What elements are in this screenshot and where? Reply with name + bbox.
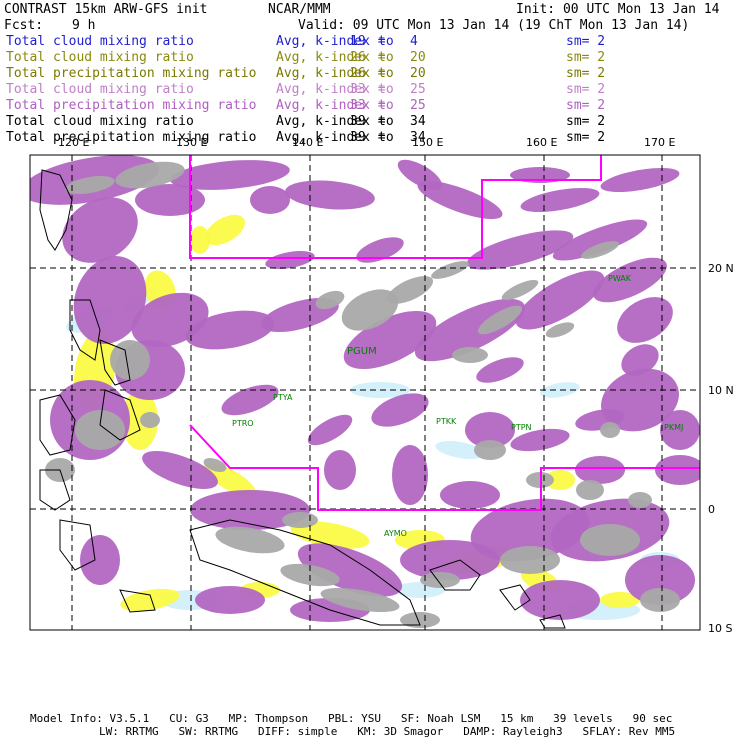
- station-label: AYMO: [384, 529, 407, 538]
- station-label: PTYA: [273, 393, 293, 402]
- field-blob: [140, 412, 160, 428]
- field-blob: [440, 481, 500, 509]
- field-blob: [575, 456, 625, 484]
- longitude-label: 160 E: [526, 136, 557, 149]
- field-blob: [640, 588, 680, 612]
- field-blob: [431, 261, 469, 279]
- longitude-label: 120 E: [58, 136, 89, 149]
- latitude-label: 10 S: [708, 622, 732, 635]
- station-label: PTRO: [232, 419, 254, 428]
- station-label: PTKK: [436, 417, 457, 426]
- longitude-label: 150 E: [412, 136, 443, 149]
- field-blob: [392, 445, 428, 505]
- field-blob: [324, 450, 356, 490]
- longitude-label: 130 E: [176, 136, 207, 149]
- latitude-label: 0: [708, 503, 715, 516]
- station-label: PKMJ: [664, 423, 683, 432]
- precipitation-cloud-fields: [30, 155, 700, 628]
- longitude-label: 170 E: [644, 136, 675, 149]
- latitude-label: 10 N: [708, 384, 734, 397]
- station-label: PTPN: [511, 423, 532, 432]
- field-blob: [452, 347, 488, 363]
- field-blob: [520, 580, 600, 620]
- weather-map: PWAK PGUM PTYA PTRO PTKK PTPN PKMJ AYMO 120 E 13…: [29, 136, 734, 635]
- field-blob: [80, 535, 120, 585]
- model-info-line-1: Model Info: V3.5.1 CU: G3 MP: Thompson P…: [30, 712, 673, 725]
- field-blob: [190, 226, 210, 254]
- model-info-line-2: LW: RRTMG SW: RRTMG DIFF: simple KM: 3D …: [99, 725, 676, 738]
- station-label: PWAK: [608, 274, 632, 283]
- field-blob: [282, 512, 318, 528]
- field-blob: [307, 414, 353, 446]
- field-blob: [500, 546, 560, 574]
- field-blob: [474, 440, 506, 460]
- field-blob: [580, 524, 640, 556]
- field-blob: [265, 251, 315, 269]
- field-blob: [285, 180, 375, 210]
- latitude-label: 20 N: [708, 262, 734, 275]
- field-blob: [628, 492, 652, 508]
- field-blob: [576, 480, 604, 500]
- field-blob: [400, 612, 440, 628]
- field-blob: [420, 572, 460, 588]
- field-blob: [520, 187, 600, 213]
- field-blob: [250, 186, 290, 214]
- field-blob: [195, 586, 265, 614]
- field-blob: [356, 237, 404, 263]
- field-blob: [600, 167, 680, 193]
- field-blob: [135, 184, 205, 216]
- longitude-label: 140 E: [292, 136, 323, 149]
- field-blob: [75, 410, 125, 450]
- station-label: PGUM: [347, 346, 377, 357]
- field-blob: [600, 422, 620, 438]
